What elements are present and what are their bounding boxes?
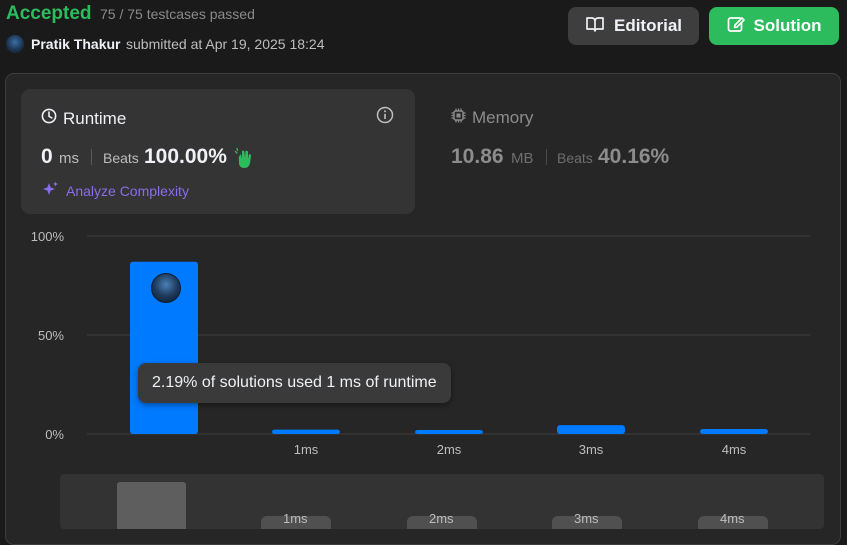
x-tick-label: 3ms [579,442,604,457]
bar-1ms[interactable] [272,429,340,434]
bar-4ms[interactable] [700,429,768,434]
x-tick-label: 4ms [722,442,747,457]
y-tick-label: 0% [45,427,64,442]
minimap-window-handle[interactable] [117,482,186,529]
y-tick-label: 100% [31,229,65,244]
minimap-label: 1ms [283,511,308,526]
minimap-label: 2ms [429,511,454,526]
x-tick-label: 1ms [294,442,319,457]
bar-3ms[interactable] [557,425,625,434]
user-avatar-marker [151,273,181,303]
bar-2ms[interactable] [415,430,483,434]
y-tick-label: 50% [38,328,64,343]
x-tick-label: 2ms [437,442,462,457]
minimap-label: 3ms [574,511,599,526]
runtime-distribution-chart: 0% 50% 100% 1ms 2ms 3ms 4ms [31,229,810,457]
chart-tooltip: 2.19% of solutions used 1 ms of runtime [138,363,451,403]
minimap-label: 4ms [720,511,745,526]
